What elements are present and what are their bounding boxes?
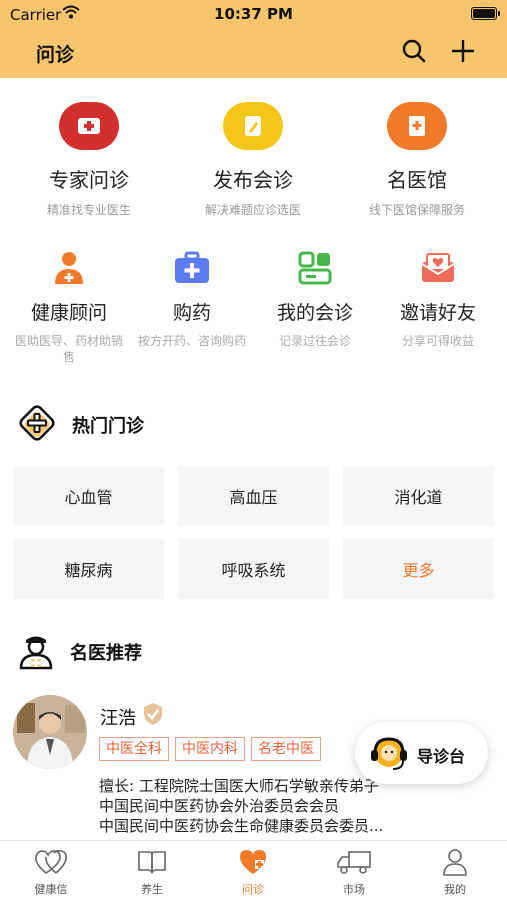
doctor-avatar[interactable] (13, 695, 87, 769)
advisor-person-icon (14, 248, 124, 288)
service-title: 名医馆 (387, 168, 447, 192)
health-advisor-button[interactable]: 健康顾问 医助医导、药材助销售 (14, 248, 124, 365)
department-item[interactable]: 心血管 (13, 466, 164, 526)
medical-kit-icon (59, 102, 119, 150)
medical-cross-icon (16, 402, 58, 448)
department-item[interactable]: 呼吸系统 (178, 539, 329, 599)
clock: 10:37 PM (214, 5, 293, 23)
doctor-icon (16, 630, 56, 674)
person-icon (415, 847, 495, 877)
headset-agent-icon (367, 731, 411, 779)
service-title: 我的会诊 (276, 302, 353, 324)
publish-consult-button[interactable]: 发布会诊 解决难题应诊选医 (178, 102, 328, 218)
doctor-desc-line: 中国民间中医药协会生命健康委员会委员... (99, 817, 384, 835)
tab-label: 市场 (343, 883, 365, 896)
tab-label: 养生 (141, 883, 163, 896)
service-subtitle: 分享可得收益 (401, 334, 474, 348)
medicine-box-icon (137, 248, 247, 288)
service-title: 邀请好友 (399, 302, 476, 324)
famous-clinic-button[interactable]: 名医馆 线下医馆保障服务 (342, 102, 492, 218)
service-subtitle: 解决难题应诊选医 (204, 203, 301, 217)
record-grid-icon (260, 248, 370, 288)
book-icon (112, 847, 192, 877)
service-subtitle: 按方开药、咨询购药 (137, 334, 246, 348)
search-icon[interactable] (401, 38, 427, 68)
doctor-tag: 名老中医 (251, 737, 321, 761)
tab-label: 我的 (444, 883, 466, 896)
department-item[interactable]: 高血压 (178, 466, 329, 526)
truck-icon (314, 847, 394, 877)
doctor-tag: 中医内科 (175, 737, 245, 761)
tab-consult[interactable]: 问诊 (213, 847, 293, 897)
section-title: 名医推荐 (70, 643, 142, 664)
service-subtitle: 医助医导、药材助销售 (14, 334, 123, 364)
tab-profile[interactable]: 我的 (415, 847, 495, 897)
recommended-doctors-header: 名医推荐 (16, 630, 142, 674)
tab-market[interactable]: 市场 (314, 847, 394, 897)
service-subtitle: 精准找专业医生 (46, 203, 131, 217)
status-bar: Carrier 10:37 PM (0, 0, 507, 28)
invite-friends-button[interactable]: 邀请好友 分享可得收益 (383, 248, 493, 349)
guide-desk-button[interactable]: 导诊台 (355, 722, 488, 784)
doctor-desc-line: 中国民间中医药协会外治委员会会员 (99, 797, 340, 815)
heart-outline-icon (11, 847, 91, 877)
tab-health[interactable]: 健康信 (11, 847, 91, 897)
my-consult-button[interactable]: 我的会诊 记录过往会诊 (260, 248, 370, 349)
doctor-tag: 中医全科 (99, 737, 169, 761)
service-title: 购药 (172, 302, 211, 324)
service-title: 健康顾问 (30, 302, 107, 324)
expert-consult-button[interactable]: 专家问诊 精准找专业医生 (14, 102, 164, 218)
add-icon[interactable] (449, 37, 477, 69)
tab-label: 问诊 (242, 883, 264, 896)
page-title: 问诊 (36, 44, 75, 66)
tab-wellness[interactable]: 养生 (112, 847, 192, 897)
department-item[interactable]: 消化道 (343, 466, 494, 526)
service-subtitle: 线下医馆保障服务 (368, 203, 465, 217)
battery-icon (471, 7, 500, 20)
doctor-name[interactable]: 汪浩 (100, 704, 136, 730)
service-subtitle: 记录过往会诊 (278, 334, 351, 348)
hot-departments-header: 热门门诊 (16, 402, 144, 448)
doctor-description: 擅长: 工程院院士国医大师石学敏亲传弟子 中国民间中医药协会外治委员会会员 中国… (99, 776, 459, 836)
app-header: Carrier 10:37 PM 问诊 (0, 0, 507, 78)
service-title: 专家问诊 (49, 168, 129, 192)
department-item[interactable]: 糖尿病 (13, 539, 164, 599)
guide-label: 导诊台 (417, 747, 466, 766)
heart-plus-icon (213, 847, 293, 877)
clinic-document-icon (387, 102, 447, 150)
buy-medicine-button[interactable]: 购药 按方开药、咨询购药 (137, 248, 247, 349)
service-title: 发布会诊 (213, 168, 293, 192)
section-title: 热门门诊 (72, 416, 144, 437)
tab-label: 健康信 (34, 883, 68, 896)
more-departments-button[interactable]: 更多 (343, 539, 494, 599)
edit-document-icon (223, 102, 283, 150)
envelope-heart-icon (383, 248, 493, 288)
doctor-tags: 中医全科 中医内科 名老中医 (99, 737, 321, 761)
tab-bar: 健康信 养生 问诊 市场 我的 (0, 840, 507, 901)
verified-shield-icon (142, 702, 164, 730)
